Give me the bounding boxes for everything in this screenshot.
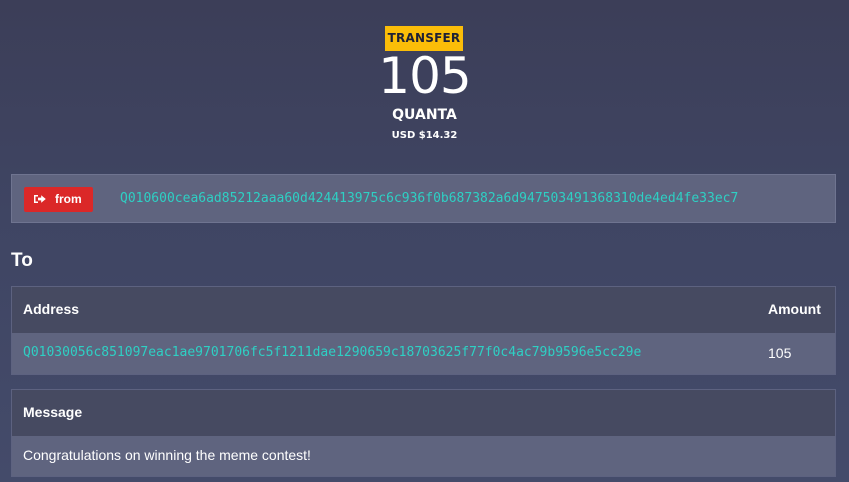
table-header: Address Amount [12,287,835,333]
from-button[interactable]: from [24,187,93,212]
to-heading: To [11,250,33,271]
recipient-address-link[interactable]: Q01030056c851097eac1ae9701706fc5f1211dae… [23,344,641,362]
column-header-address: Address [23,301,80,317]
recipient-amount: 105 [768,345,792,361]
transaction-summary: TRANSFER 105 QUANTA USD $14.32 [0,0,849,160]
sign-out-icon [33,188,47,203]
currency-unit: QUANTA [392,107,457,123]
table-row: Q01030056c851097eac1ae9701706fc5f1211dae… [12,333,835,374]
message-title: Message [23,404,83,420]
message-header: Message [12,390,835,436]
fiat-value: USD $14.32 [391,130,458,141]
message-text: Congratulations on winning the meme cont… [23,447,311,463]
from-button-label: from [55,192,82,206]
recipients-table: Address Amount Q01030056c851097eac1ae970… [11,286,836,375]
message-panel: Message Congratulations on winning the m… [11,389,836,477]
message-body: Congratulations on winning the meme cont… [12,436,835,476]
from-address-link[interactable]: Q010600cea6ad85212aaa60d424413975c6c936f… [120,190,738,208]
column-header-amount: Amount [768,301,821,317]
transaction-amount: 105 [378,47,471,105]
from-section: from Q010600cea6ad85212aaa60d424413975c6… [11,174,836,223]
